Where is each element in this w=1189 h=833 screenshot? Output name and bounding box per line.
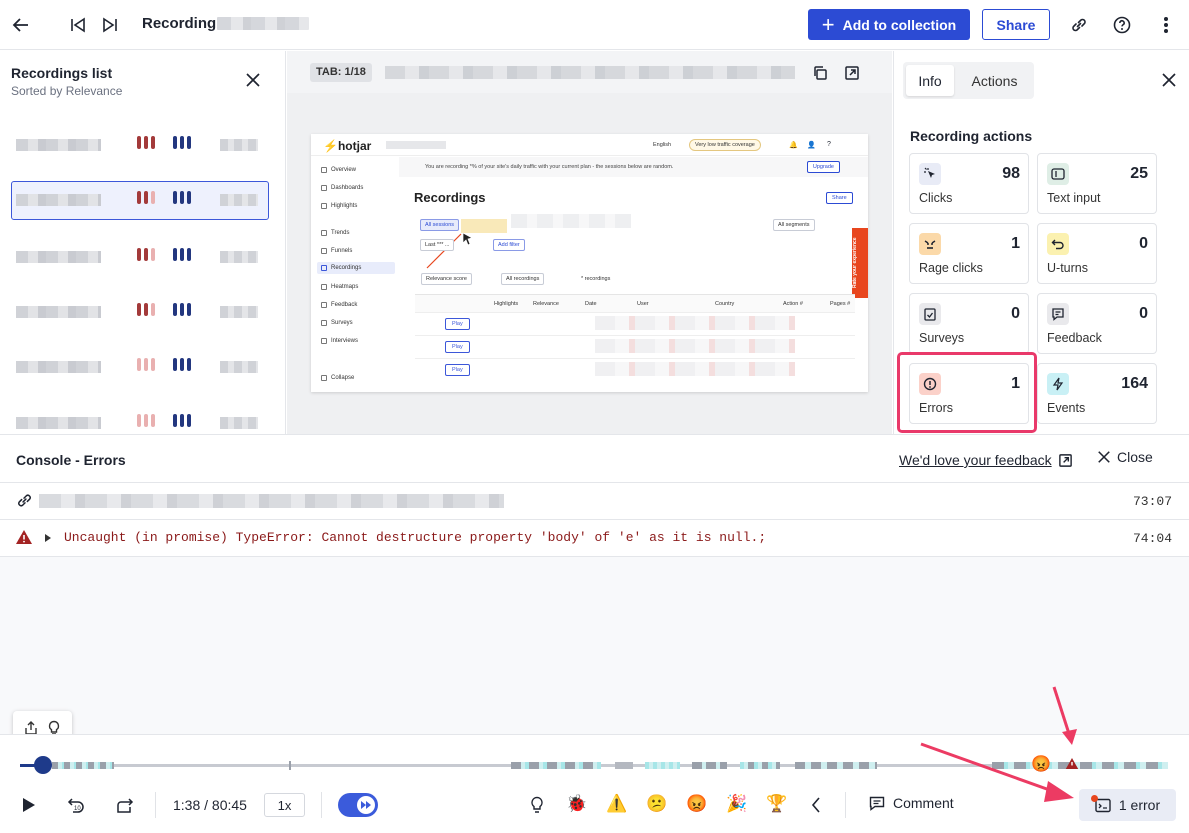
- surveys-card[interactable]: 0 Surveys: [909, 293, 1029, 354]
- annotation-arrow: [920, 742, 1074, 802]
- rate-experience-tab: Rate your experience: [852, 228, 868, 298]
- text-input-icon: [1047, 163, 1069, 185]
- preview-heading: Recordings: [414, 190, 486, 205]
- next-recording-icon[interactable]: [99, 14, 121, 36]
- close-info-icon[interactable]: [1158, 69, 1180, 91]
- close-console-button[interactable]: Close: [1097, 449, 1153, 465]
- skip-inactivity-toggle[interactable]: [338, 793, 378, 817]
- recording-row[interactable]: [11, 293, 269, 332]
- bell-icon: 🔔: [789, 142, 798, 149]
- external-link-icon: [1058, 453, 1072, 467]
- clicks-card[interactable]: 98 Clicks: [909, 153, 1029, 214]
- error-timestamp: 74:04: [1132, 531, 1172, 546]
- u-turns-card[interactable]: 0 U-turns: [1037, 223, 1157, 284]
- recording-viewer: TAB: 1/18 ⚡hotjar English Very low traff…: [287, 51, 892, 434]
- warning-icon: [16, 530, 32, 544]
- plus-icon: +: [821, 11, 835, 37]
- errors-highlight-box: [897, 352, 1037, 433]
- link-icon: [18, 494, 31, 507]
- tab-info[interactable]: Info: [906, 65, 954, 96]
- page-url: [385, 66, 795, 79]
- fast-forward-icon: [361, 801, 371, 809]
- warning-filter-icon[interactable]: ⚠️: [606, 794, 627, 814]
- angry-face-icon[interactable]: 😡: [686, 794, 707, 814]
- help-mini-icon: ?: [827, 141, 831, 148]
- cursor-icon: [462, 232, 473, 246]
- hotjar-logo: ⚡hotjar: [323, 139, 372, 153]
- chevron-left-icon[interactable]: [806, 794, 826, 816]
- confused-face-icon[interactable]: 😕: [646, 794, 667, 814]
- recording-row[interactable]: [11, 404, 269, 434]
- link-icon[interactable]: [1067, 13, 1091, 37]
- preview-sidebar: Overview Dashboards Highlights Trends Fu…: [311, 157, 399, 392]
- rage-face-icon: [919, 233, 941, 255]
- close-icon: [1098, 451, 1110, 463]
- user-icon: 👤: [807, 142, 816, 149]
- svg-text:10: 10: [74, 806, 81, 812]
- expand-triangle-icon: [45, 534, 51, 542]
- feedback-icon: [1047, 303, 1069, 325]
- u-turn-icon: [1047, 233, 1069, 255]
- party-popper-icon[interactable]: 🎉: [726, 794, 747, 814]
- playback-time: 1:38 / 80:45: [173, 797, 247, 813]
- previous-recording-icon[interactable]: [67, 14, 89, 36]
- comment-icon: [869, 796, 885, 811]
- url-timestamp: 73:07: [1132, 494, 1172, 509]
- info-actions-toggle: Info Actions: [903, 62, 1034, 99]
- play-icon[interactable]: [18, 794, 40, 816]
- click-icon: [919, 163, 941, 185]
- error-message: Uncaught (in promise) TypeError: Cannot …: [64, 530, 767, 545]
- coverage-badge: Very low traffic coverage: [689, 139, 761, 151]
- errors-button[interactable]: 1 error: [1079, 789, 1176, 821]
- console-title: Console - Errors: [16, 452, 126, 468]
- top-bar: Recording + Add to collection Share: [0, 0, 1189, 50]
- tab-actions[interactable]: Actions: [958, 65, 1031, 96]
- more-menu-icon[interactable]: [1155, 13, 1177, 37]
- help-icon[interactable]: [1110, 13, 1134, 37]
- viewer-header: TAB: 1/18: [287, 51, 892, 93]
- skip-forward-icon[interactable]: [114, 794, 136, 816]
- console-header: Console - Errors We'd love your feedback…: [0, 434, 1189, 483]
- recording-row[interactable]: [11, 238, 269, 277]
- speed-selector[interactable]: 1x: [264, 793, 305, 817]
- console-error-row[interactable]: Uncaught (in promise) TypeError: Cannot …: [0, 520, 1189, 557]
- recording-title: Recording: [142, 15, 310, 32]
- share-button[interactable]: Share: [982, 9, 1050, 40]
- back-arrow-icon[interactable]: [10, 14, 32, 36]
- url-text: [39, 494, 504, 508]
- lightbulb-filter-icon[interactable]: [526, 794, 548, 816]
- add-to-collection-button[interactable]: + Add to collection: [808, 9, 970, 40]
- clipboard-icon: [919, 303, 941, 325]
- rewind-10-icon[interactable]: 10: [65, 794, 87, 816]
- text-input-card[interactable]: 25 Text input: [1037, 153, 1157, 214]
- feedback-link[interactable]: We'd love your feedback: [899, 452, 1073, 468]
- notification-dot: [1091, 795, 1098, 802]
- lightning-icon: [1047, 373, 1069, 395]
- open-external-icon[interactable]: [841, 62, 863, 84]
- session-replay-preview[interactable]: ⚡hotjar English Very low traffic coverag…: [311, 134, 868, 392]
- events-card[interactable]: 164 Events: [1037, 363, 1157, 424]
- trophy-icon[interactable]: 🏆: [766, 794, 787, 814]
- recordings-list-panel: Recordings list Sorted by Relevance: [0, 51, 286, 434]
- rage-clicks-card[interactable]: 1 Rage clicks: [909, 223, 1029, 284]
- copy-icon[interactable]: [809, 62, 831, 84]
- playback-controls: 10 1:38 / 80:45 1x 🐞 ⚠️ 😕 😡 🎉 🏆 Comment …: [0, 742, 1189, 833]
- tab-counter: TAB: 1/18: [310, 63, 372, 82]
- recording-actions-title: Recording actions: [910, 128, 1033, 144]
- recording-row-selected[interactable]: [11, 181, 269, 220]
- recordings-list-title: Recordings list: [11, 65, 113, 81]
- recording-row[interactable]: [11, 126, 269, 165]
- feedback-card[interactable]: 0 Feedback: [1037, 293, 1157, 354]
- timeline-scrubber[interactable]: [34, 756, 52, 774]
- recording-row[interactable]: [11, 348, 269, 387]
- console-url-row: 73:07: [0, 483, 1189, 520]
- close-list-icon[interactable]: [242, 69, 264, 91]
- console-body: [0, 557, 1189, 734]
- recordings-list-subtitle: Sorted by Relevance: [11, 84, 123, 98]
- info-panel: Info Actions Recording actions 98 Clicks…: [893, 51, 1189, 434]
- bug-icon[interactable]: 🐞: [566, 794, 587, 814]
